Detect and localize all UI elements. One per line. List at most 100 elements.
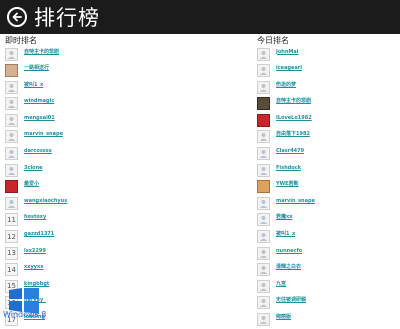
ranking-row[interactable]: 被叫1_x: [257, 230, 397, 244]
ranking-row[interactable]: 若魔xx: [257, 213, 397, 227]
windows-logo-watermark: Windows 8: [3, 286, 63, 319]
user-name-link[interactable]: 自由落下1982: [276, 131, 310, 137]
user-name-link[interactable]: xxyyxx: [24, 264, 43, 270]
ranking-row[interactable]: 无往被调研躺: [257, 296, 397, 310]
ranking-row[interactable]: 14 xxyyxx: [5, 263, 205, 277]
avatar[interactable]: [5, 113, 18, 127]
user-name-link[interactable]: ILoveLo1982: [276, 115, 312, 121]
rank-number[interactable]: 13: [5, 246, 18, 260]
user-name-link[interactable]: 被叫1_x: [276, 231, 295, 237]
user-name-link[interactable]: 清輝之白衣: [276, 264, 301, 270]
back-button[interactable]: [7, 7, 27, 27]
avatar[interactable]: [257, 213, 270, 227]
ranking-row[interactable]: 自恃主卡的悲剧: [5, 47, 205, 61]
avatar[interactable]: [257, 163, 270, 177]
ranking-row[interactable]: 自恃主卡的悲剧: [257, 97, 397, 111]
user-name-link[interactable]: Fishdock: [276, 165, 301, 171]
avatar[interactable]: [5, 47, 18, 61]
ranking-row[interactable]: YWE若断: [257, 180, 397, 194]
person-icon: [7, 133, 16, 142]
ranking-row[interactable]: 12 gazzd1371: [5, 230, 205, 244]
avatar[interactable]: [257, 230, 270, 244]
avatar[interactable]: [257, 64, 270, 78]
user-name-link[interactable]: iceagearl: [276, 65, 302, 71]
ranking-row[interactable]: 13 lsx2299: [5, 246, 205, 260]
user-name-link[interactable]: wangxiaochyus: [24, 198, 67, 204]
ranking-row[interactable]: iceagearl: [257, 64, 397, 78]
user-name-link[interactable]: darcossss: [24, 148, 52, 154]
ranking-row[interactable]: 最爱小: [5, 180, 205, 194]
user-name-link[interactable]: JohnMai: [276, 49, 298, 55]
avatar[interactable]: [257, 113, 270, 127]
ranking-row[interactable]: 绚丽版: [257, 313, 397, 327]
rank-number[interactable]: 11: [5, 213, 18, 227]
ranking-row[interactable]: 自由落下1982: [257, 130, 397, 144]
ranking-row[interactable]: nunnecfo: [257, 246, 397, 260]
ranking-row[interactable]: wangxiaochyus: [5, 196, 205, 210]
avatar[interactable]: [5, 196, 18, 210]
user-name-link[interactable]: 被叫1_x: [24, 82, 43, 88]
ranking-row[interactable]: darcossss: [5, 147, 205, 161]
user-name-link[interactable]: 一路相送行: [24, 65, 49, 71]
ranking-row[interactable]: 11 hostoxy: [5, 213, 205, 227]
ranking-row[interactable]: ILoveLo1982: [257, 113, 397, 127]
user-name-link[interactable]: gazzd1371: [24, 231, 54, 237]
avatar[interactable]: [5, 97, 18, 111]
ranking-row[interactable]: JohnMai: [257, 47, 397, 61]
avatar[interactable]: [5, 64, 18, 78]
avatar[interactable]: [257, 313, 270, 326]
ranking-row[interactable]: 3clone: [5, 163, 205, 177]
avatar[interactable]: [257, 47, 270, 61]
user-name-link[interactable]: 若魔xx: [276, 214, 292, 220]
avatar[interactable]: [5, 163, 18, 177]
user-name-link[interactable]: 无往被调研躺: [276, 297, 306, 303]
user-name-link[interactable]: 伤逝的梦: [276, 82, 296, 88]
user-name-link[interactable]: windmagic: [24, 98, 54, 104]
avatar[interactable]: [5, 130, 18, 144]
rank-number[interactable]: 12: [5, 230, 18, 244]
ranking-row[interactable]: 清輝之白衣: [257, 263, 397, 277]
ranking-row[interactable]: marvin_snape: [257, 196, 397, 210]
avatar[interactable]: [257, 130, 270, 144]
avatar[interactable]: [257, 147, 270, 161]
user-name-link[interactable]: marvin_snape: [24, 131, 63, 137]
avatar[interactable]: [257, 246, 270, 260]
person-icon: [7, 83, 16, 92]
avatar[interactable]: [257, 279, 270, 293]
user-name-link[interactable]: lsx2299: [24, 248, 46, 254]
user-name-link[interactable]: 自恃主卡的悲剧: [24, 49, 59, 55]
user-name-link[interactable]: 最爱小: [24, 181, 39, 187]
ranking-row[interactable]: 伤逝的梦: [257, 80, 397, 94]
avatar[interactable]: [257, 196, 270, 210]
today-ranking-list: JohnMai iceagearl 伤逝的梦自恃主卡的悲剧 ILoveLo1982 自由…: [257, 47, 397, 327]
avatar[interactable]: [5, 80, 18, 94]
ranking-row[interactable]: 九宫: [257, 279, 397, 293]
ranking-row[interactable]: marvin_snape: [5, 130, 205, 144]
user-name-link[interactable]: mengsai01: [24, 115, 55, 121]
ranking-row[interactable]: 被叫1_x: [5, 80, 205, 94]
user-name-link[interactable]: 绚丽版: [276, 314, 291, 320]
person-icon: [259, 266, 268, 275]
ranking-row[interactable]: Clasr4479: [257, 147, 397, 161]
avatar[interactable]: [257, 97, 270, 111]
user-name-link[interactable]: 自恃主卡的悲剧: [276, 98, 311, 104]
user-name-link[interactable]: nunnecfo: [276, 248, 302, 254]
user-name-link[interactable]: marvin_snape: [276, 198, 315, 204]
ranking-row[interactable]: 一路相送行: [5, 64, 205, 78]
user-name-link[interactable]: Clasr4479: [276, 148, 304, 154]
user-name-link[interactable]: 九宫: [276, 281, 286, 287]
avatar[interactable]: [5, 147, 18, 161]
avatar[interactable]: [257, 263, 270, 277]
user-name-link[interactable]: YWE若断: [276, 181, 299, 187]
ranking-row[interactable]: Fishdock: [257, 163, 397, 177]
avatar[interactable]: [257, 180, 270, 194]
user-name-link[interactable]: hostoxy: [24, 214, 46, 220]
user-name-link[interactable]: kingbbgt: [24, 281, 49, 287]
ranking-row[interactable]: windmagic: [5, 97, 205, 111]
user-name-link[interactable]: 3clone: [24, 165, 43, 171]
avatar[interactable]: [257, 80, 270, 94]
avatar[interactable]: [5, 180, 18, 194]
ranking-row[interactable]: mengsai01: [5, 113, 205, 127]
avatar[interactable]: [257, 296, 270, 310]
rank-number[interactable]: 14: [5, 263, 18, 277]
